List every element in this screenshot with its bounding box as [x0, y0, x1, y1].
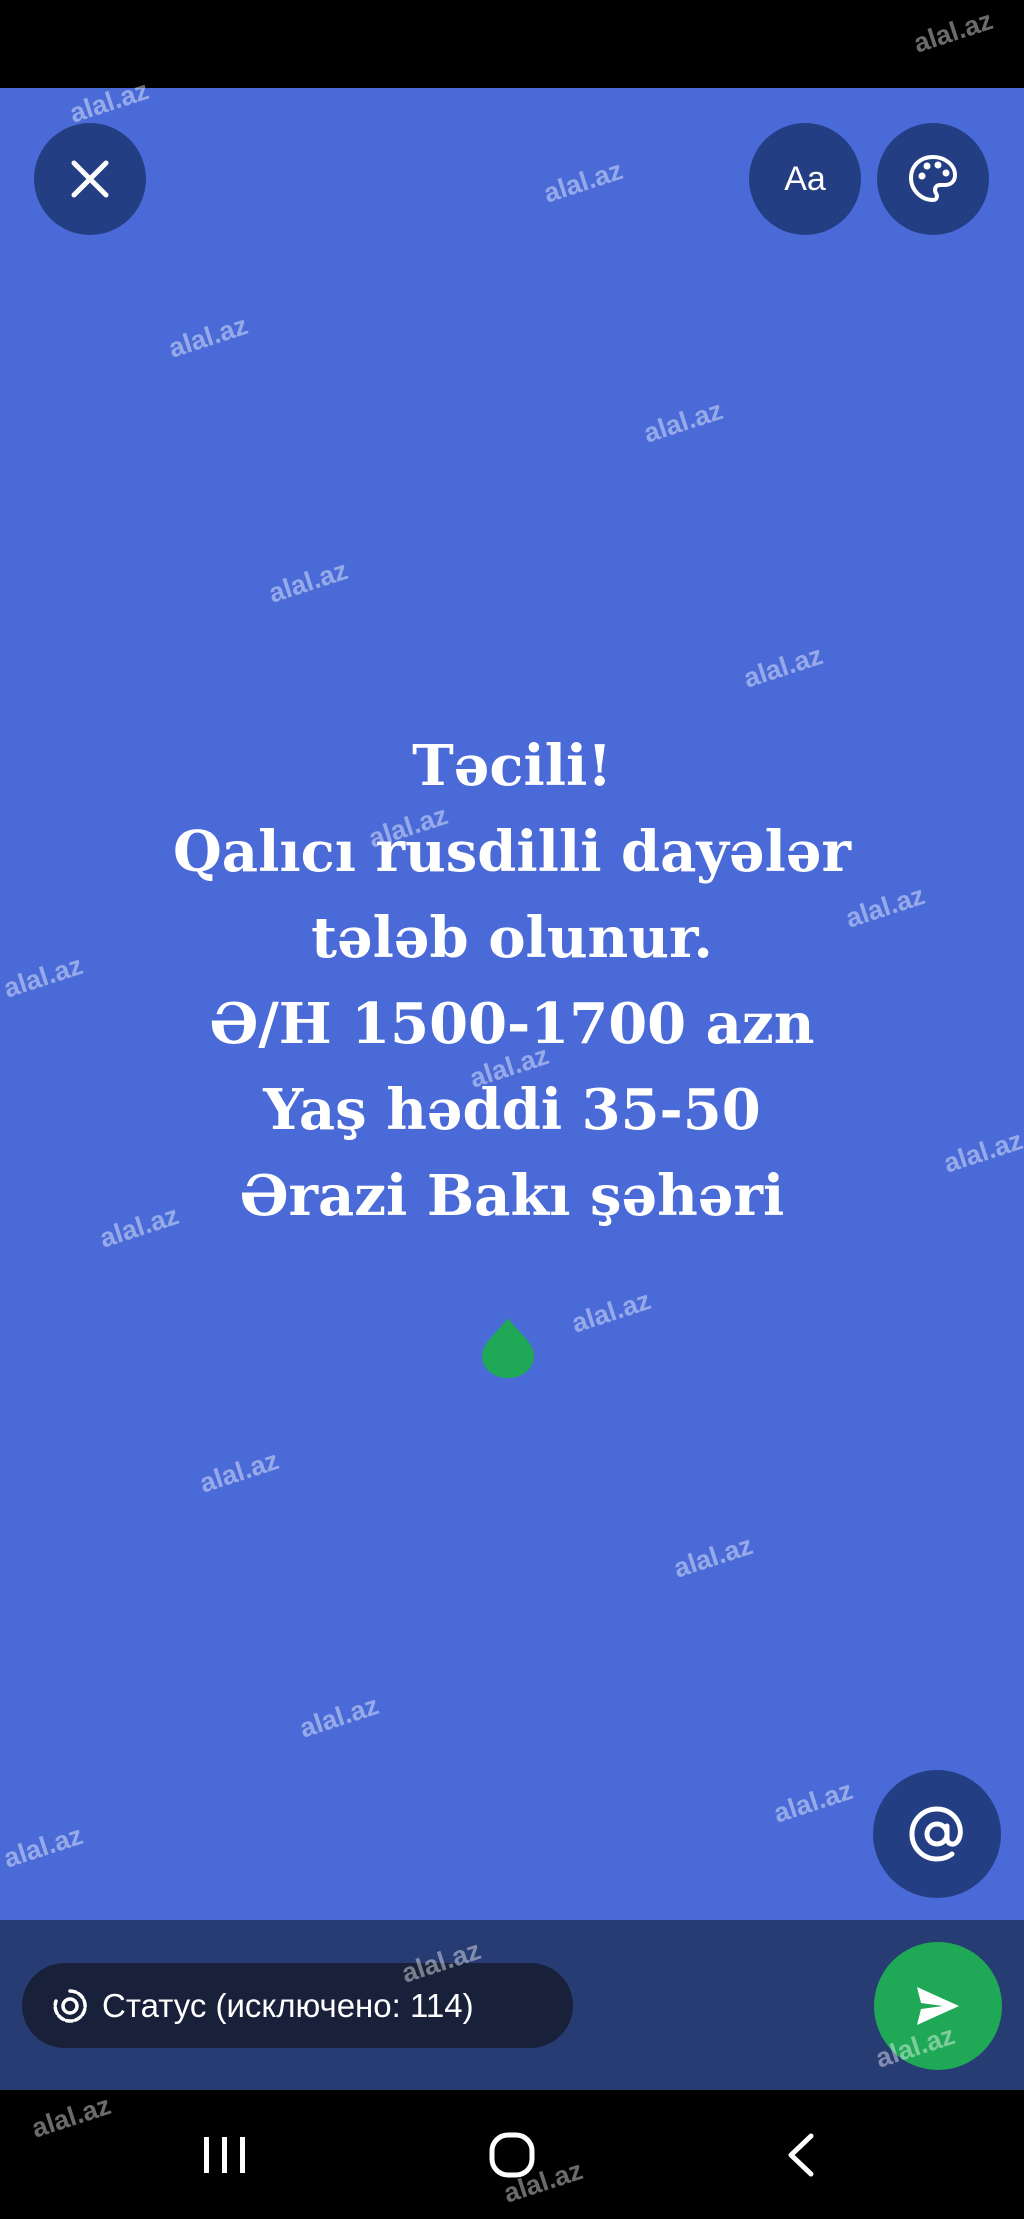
close-button[interactable]: [34, 123, 146, 235]
status-message-text: Təcili! Qalıcı rusdilli dayələr tələb ol…: [110, 723, 914, 1239]
back-icon: [788, 2133, 814, 2177]
status-line: Qalıcı rusdilli dayələr: [173, 819, 851, 885]
status-bar: [0, 0, 1024, 88]
palette-icon: [908, 154, 958, 203]
status-line: tələb olunur.: [311, 905, 713, 971]
status-line: Yaş həddi 35-50: [263, 1077, 761, 1143]
send-button[interactable]: [874, 1942, 1002, 2070]
recent-apps-button[interactable]: [200, 2125, 250, 2185]
font-style-label: Aa: [784, 159, 826, 198]
back-button[interactable]: [780, 2125, 820, 2185]
status-ring-icon: [52, 1988, 88, 2024]
status-line: Ərazi Bakı şəhəri: [239, 1163, 785, 1229]
send-icon: [917, 1987, 959, 2025]
status-audience-label: Статус (исключено: 114): [102, 1986, 474, 2024]
background-color-button[interactable]: [877, 123, 989, 235]
status-line: Ə/H 1500-1700 azn: [209, 991, 815, 1057]
text-cursor-handle[interactable]: [480, 1316, 536, 1385]
close-icon: [71, 160, 109, 198]
recent-apps-icon: [204, 2137, 245, 2173]
status-line: Təcili!: [412, 733, 612, 799]
cursor-drop-icon: [482, 1318, 534, 1378]
home-button[interactable]: [484, 2125, 540, 2185]
mention-button[interactable]: [873, 1770, 1001, 1898]
status-audience-selector[interactable]: Статус (исключено: 114): [22, 1963, 573, 2048]
font-style-button[interactable]: Aa: [749, 123, 861, 235]
at-icon: [909, 1806, 963, 1862]
home-icon: [489, 2132, 535, 2178]
